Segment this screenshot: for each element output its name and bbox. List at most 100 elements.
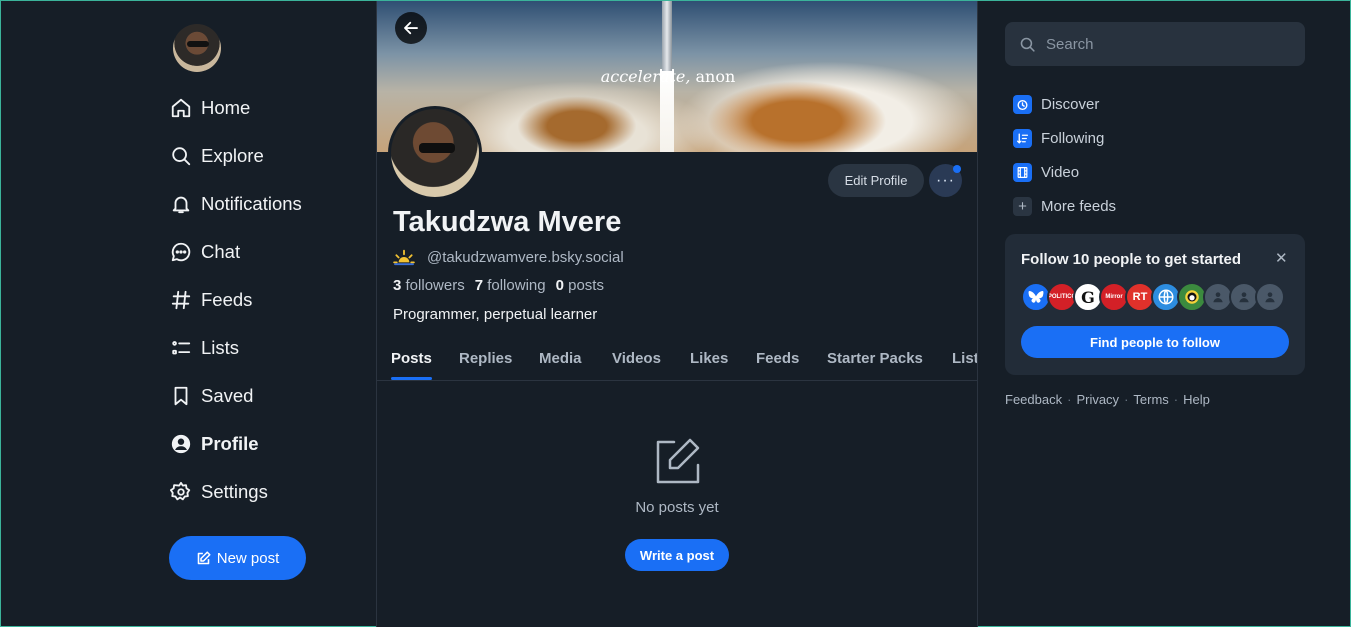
notification-dot [953, 165, 961, 173]
gear-icon [169, 480, 193, 504]
tab-starter-packs[interactable]: Starter Packs [827, 337, 923, 380]
nav-item-lists[interactable]: Lists [169, 324, 302, 372]
feed-label: Discover [1041, 95, 1100, 113]
feed-item-more-feeds[interactable]: + More feeds [1013, 189, 1116, 223]
profile-bio: Programmer, perpetual learner [393, 306, 598, 323]
follow-suggestions-card: Follow 10 people to get started ✕ POLITI… [1005, 234, 1305, 375]
following-stat[interactable]: 7 following [475, 277, 546, 294]
nav-item-explore[interactable]: Explore [169, 132, 302, 180]
posts-stat: 0 posts [556, 277, 604, 294]
nav-avatar[interactable] [173, 24, 221, 72]
footer-link-privacy[interactable]: Privacy [1076, 392, 1119, 407]
handle: @takudzwamvere.bsky.social [427, 248, 624, 266]
banner-cloud [707, 81, 887, 152]
tab-likes[interactable]: Likes [690, 337, 728, 380]
suggested-avatars: POLITICO G Mirror RT [1021, 282, 1285, 312]
followers-label: followers [405, 277, 465, 294]
nav-item-label: Home [201, 97, 251, 118]
tab-replies[interactable]: Replies [459, 337, 512, 380]
footer-link-feedback[interactable]: Feedback [1005, 392, 1062, 407]
find-people-button[interactable]: Find people to follow [1021, 326, 1289, 358]
nav-item-home[interactable]: Home [169, 84, 302, 132]
feed-item-following[interactable]: Following [1013, 121, 1116, 155]
nav-item-label: Settings [201, 481, 268, 502]
search-input[interactable] [1046, 35, 1286, 53]
followers-stat[interactable]: 3 followers [393, 277, 465, 294]
nav-item-label: Chat [201, 241, 241, 262]
footer-separator: · [1173, 392, 1179, 407]
home-icon [169, 96, 193, 120]
footer-links: Feedback · Privacy · Terms · Help [1005, 392, 1210, 407]
feeds-list: Discover Following Video + More feeds [1013, 87, 1116, 223]
nav-item-label: Profile [201, 433, 259, 454]
search-icon [1020, 37, 1035, 52]
nav-item-settings[interactable]: Settings [169, 468, 302, 516]
posts-count: 0 [555, 277, 564, 294]
banner-text-rest: anon [690, 67, 736, 86]
film-icon [1013, 162, 1032, 182]
feed-item-discover[interactable]: Discover [1013, 87, 1116, 121]
back-button[interactable] [395, 12, 427, 44]
nav-item-label: Saved [201, 385, 254, 406]
profile-stats: 3 followers 7 following 0 posts [393, 277, 604, 294]
bell-icon [169, 192, 193, 216]
chat-icon [169, 240, 193, 264]
footer-link-help[interactable]: Help [1183, 392, 1210, 407]
search-box[interactable] [1005, 22, 1305, 66]
default-avatar-icon [1255, 282, 1285, 312]
feed-item-video[interactable]: Video [1013, 155, 1116, 189]
tab-media[interactable]: Media [539, 337, 582, 380]
feed-label: Following [1041, 129, 1105, 147]
profile-tabs: Posts Replies Media Videos Likes Feeds S… [377, 337, 977, 381]
nav-item-notifications[interactable]: Notifications [169, 180, 302, 228]
tab-posts[interactable]: Posts [391, 337, 432, 380]
arrow-left-icon [404, 21, 418, 35]
profile-main: accelerate, anon Edit Profile ··· Takudz… [376, 1, 978, 627]
hash-icon [169, 288, 193, 312]
nav-item-profile[interactable]: Profile [169, 420, 302, 468]
footer-separator: · [1067, 392, 1072, 407]
follow-card-title: Follow 10 people to get started [1021, 251, 1242, 268]
edit-profile-button[interactable]: Edit Profile [828, 164, 924, 197]
rocket [662, 1, 672, 71]
posts-label: posts [568, 277, 604, 294]
footer-separator: · [1124, 392, 1129, 407]
banner-text-em: accelerate, [600, 67, 691, 86]
list-icon [169, 336, 193, 360]
nav-item-label: Explore [201, 145, 264, 166]
new-post-label: New post [216, 549, 280, 567]
feed-label: Video [1041, 163, 1080, 181]
compose-icon [197, 550, 211, 564]
nav-item-label: Lists [201, 337, 240, 358]
empty-state-text: No posts yet [635, 499, 719, 516]
following-count: 7 [474, 277, 484, 294]
nav-item-saved[interactable]: Saved [169, 372, 302, 420]
new-post-button[interactable]: New post [169, 536, 306, 580]
tab-lists[interactable]: Lists [952, 337, 977, 380]
nav-item-chat[interactable]: Chat [169, 228, 302, 276]
tab-videos[interactable]: Videos [612, 337, 661, 380]
footer-link-terms[interactable]: Terms [1133, 392, 1168, 407]
nav-list: Home Explore Notifications Chat Feeds Li… [169, 84, 302, 516]
display-name: Takudzwa Mvere [393, 206, 622, 238]
nav-item-label: Notifications [201, 193, 302, 214]
bookmark-icon [169, 384, 193, 408]
plus-icon: + [1013, 196, 1032, 216]
feed-label: More feeds [1041, 197, 1117, 215]
discover-icon [1013, 94, 1032, 114]
edit-icon [656, 438, 700, 484]
tab-feeds[interactable]: Feeds [756, 337, 799, 380]
write-post-button[interactable]: Write a post [625, 539, 729, 571]
left-navigation: Home Explore Notifications Chat Feeds Li… [1, 1, 376, 627]
nav-item-feeds[interactable]: Feeds [169, 276, 302, 324]
close-icon[interactable]: ✕ [1275, 249, 1288, 267]
followers-count: 3 [393, 277, 402, 294]
sort-icon [1013, 128, 1032, 148]
following-label: following [487, 277, 546, 294]
nav-item-label: Feeds [201, 289, 253, 310]
search-icon [169, 144, 193, 168]
profile-avatar[interactable] [388, 106, 482, 200]
banner-cloud [517, 96, 637, 152]
sunrise-icon [393, 249, 415, 266]
user-circle-icon [169, 432, 193, 456]
